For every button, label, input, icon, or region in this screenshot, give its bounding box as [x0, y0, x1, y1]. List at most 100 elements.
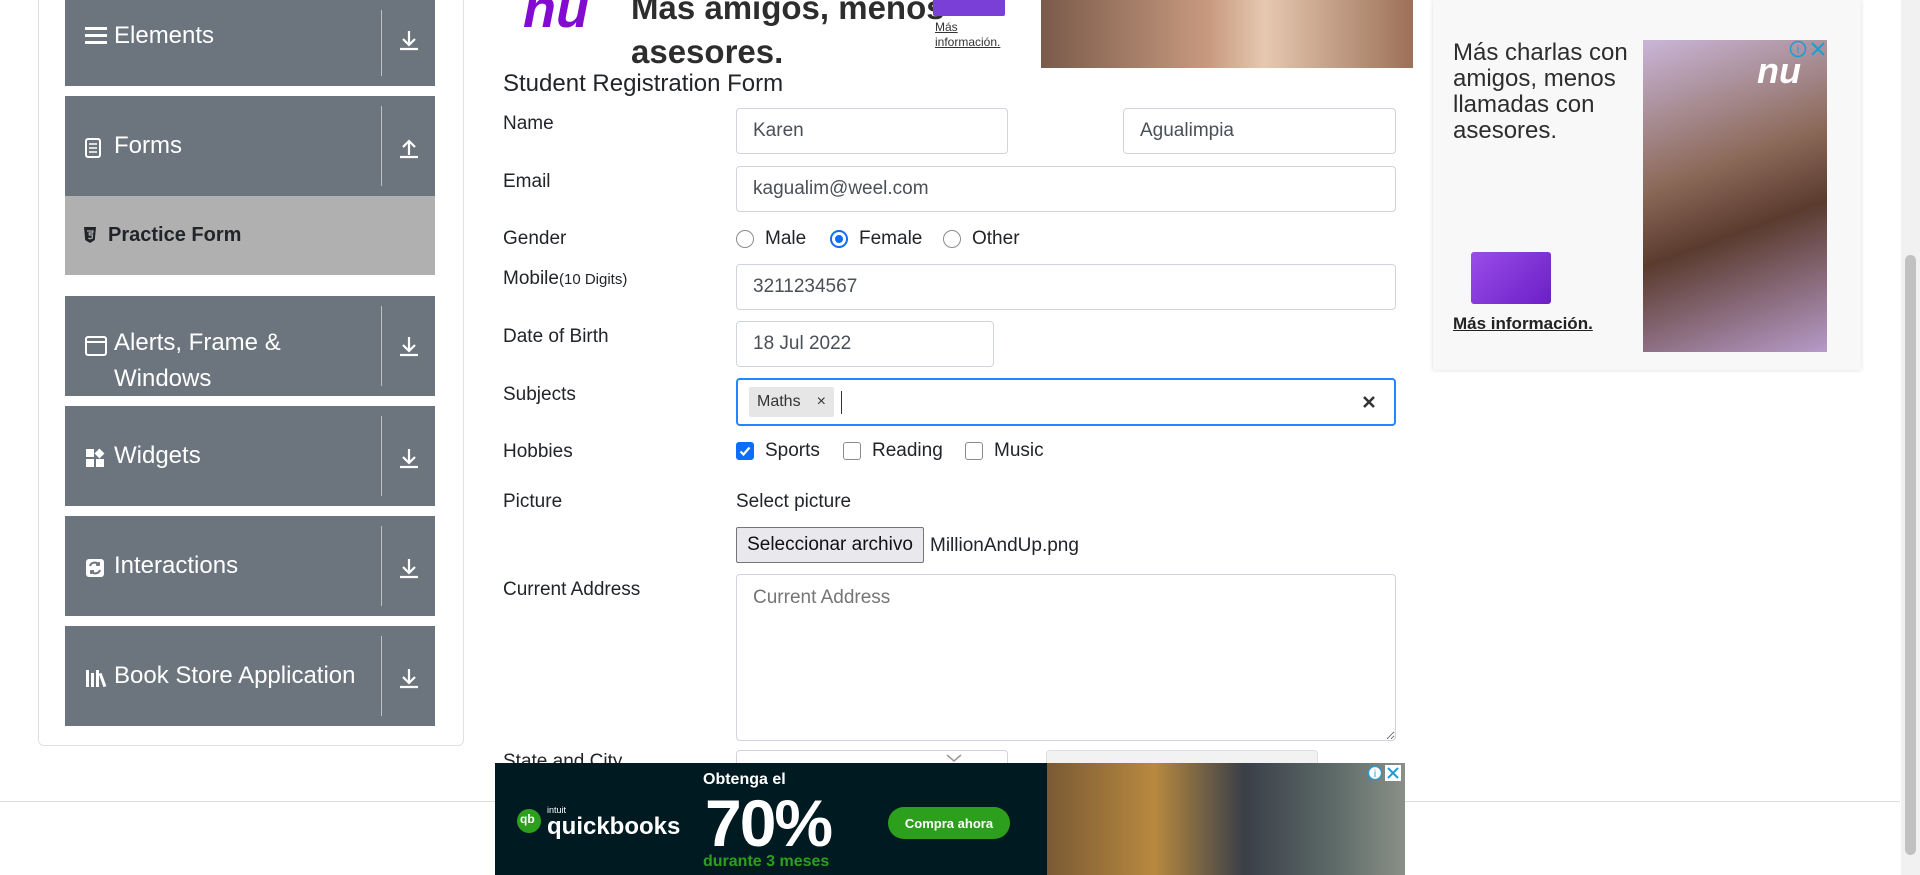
- card-image: [1471, 252, 1551, 304]
- checkbox-label[interactable]: Music: [994, 440, 1044, 462]
- sidebar-group-alerts[interactable]: Alerts, Frame & Windows: [65, 296, 435, 396]
- file-upload-button[interactable]: Seleccionar archivo: [736, 527, 924, 563]
- address-label: Current Address: [503, 579, 641, 600]
- ad-banner-bottom[interactable]: qb intuit quickbooks Obtenga el 70% dura…: [495, 763, 1405, 875]
- download-arrow-icon[interactable]: [395, 332, 423, 360]
- ad-cta-button[interactable]: Compra ahora: [888, 807, 1010, 839]
- sidebar-group-interactions[interactable]: Interactions: [65, 516, 435, 616]
- mobile-input[interactable]: 3211234567: [736, 264, 1396, 310]
- select-picture-label: Select picture: [736, 491, 852, 512]
- divider: [381, 416, 382, 496]
- clear-icon[interactable]: [1359, 392, 1379, 417]
- ad-banner-top[interactable]: nu Más amigos, menos asesores. Más infor…: [503, 0, 1413, 68]
- picture-label: Picture: [503, 491, 563, 512]
- quickbooks-logo-icon: qb: [517, 809, 541, 833]
- checkbox-label[interactable]: Reading: [872, 440, 943, 462]
- dob-label: Date of Birth: [503, 326, 609, 347]
- mobile-label: Mobile(10 Digits): [503, 268, 627, 290]
- sidebar-item-label: Practice Form: [108, 224, 242, 246]
- divider: [381, 306, 382, 386]
- divider: [381, 10, 382, 76]
- mobile-hint: (10 Digits): [558, 271, 628, 288]
- sidebar-group-book-store[interactable]: Book Store Application: [65, 626, 435, 726]
- gender-radio-other[interactable]: [943, 230, 961, 248]
- close-icon[interactable]: [1385, 765, 1401, 781]
- sidebar-group-label: Widgets: [114, 442, 201, 469]
- name-label: Name: [503, 113, 554, 134]
- divider: [381, 106, 382, 186]
- file-name: MillionAndUp.png: [930, 535, 1079, 556]
- first-name-input[interactable]: Karen: [736, 108, 1008, 154]
- chip-remove-icon[interactable]: ×: [809, 393, 834, 411]
- radio-label[interactable]: Male: [765, 228, 806, 250]
- subjects-input[interactable]: Maths ×: [736, 378, 1396, 426]
- svg-text:i: i: [1796, 43, 1799, 56]
- ad-line2: durante 3 meses: [703, 853, 830, 870]
- sidebar-item-practice-form[interactable]: Practice Form: [65, 196, 435, 275]
- download-arrow-icon[interactable]: [395, 444, 423, 472]
- ad-banner-side[interactable]: Más charlas con amigos, menos llamadas c…: [1433, 0, 1861, 370]
- ad-big-number: 70%: [705, 786, 833, 860]
- download-arrow-icon[interactable]: [395, 26, 423, 54]
- window-icon: [85, 336, 107, 361]
- nu-logo: nu: [523, 0, 589, 39]
- subjects-label: Subjects: [503, 384, 576, 405]
- last-name-input[interactable]: Agualimpia: [1123, 108, 1396, 154]
- sidebar-group-label: Book Store Application: [114, 662, 356, 689]
- hobby-checkbox-sports[interactable]: [736, 442, 754, 460]
- ad-headline: Más amigos, menos asesores.: [631, 0, 945, 68]
- scrollbar-thumb[interactable]: [1905, 255, 1916, 855]
- checkbox-label[interactable]: Sports: [765, 440, 820, 462]
- sidebar-group-label: Alerts, Frame & Windows: [114, 329, 281, 392]
- widgets-icon: [85, 448, 105, 473]
- books-icon: [85, 668, 109, 693]
- divider: [381, 526, 382, 606]
- download-arrow-icon[interactable]: [395, 554, 423, 582]
- sidebar-group-elements[interactable]: Elements: [65, 0, 435, 86]
- hobby-checkbox-reading[interactable]: [843, 442, 861, 460]
- card-image: [933, 0, 1005, 16]
- hobbies-label: Hobbies: [503, 441, 573, 462]
- sidebar-group-label: Interactions: [114, 552, 239, 579]
- sidebar-group-label: Elements: [114, 22, 215, 49]
- page-title: Student Registration Form: [503, 70, 784, 97]
- ad-headline: Más charlas con amigos, menos llamadas c…: [1453, 39, 1628, 144]
- sidebar-group-label: Forms: [114, 132, 182, 159]
- subject-chip: Maths ×: [749, 387, 834, 417]
- ad-link[interactable]: Más información.: [1453, 314, 1593, 334]
- ad-photo: [1041, 0, 1413, 68]
- city-select[interactable]: [1046, 750, 1318, 763]
- radio-label[interactable]: Female: [859, 228, 922, 250]
- menu-icon: [85, 25, 107, 50]
- gender-radio-male[interactable]: [736, 230, 754, 248]
- svg-text:i: i: [1374, 769, 1377, 780]
- chip-label: Maths: [757, 393, 801, 410]
- document-icon: [85, 138, 101, 163]
- text-cursor: [841, 391, 842, 414]
- radio-label[interactable]: Other: [972, 228, 1020, 250]
- email-label: Email: [503, 171, 551, 192]
- adchoices-icon[interactable]: i: [1367, 765, 1383, 781]
- date-of-birth-input[interactable]: 18 Jul 2022: [736, 321, 994, 367]
- page-scrollbar[interactable]: [1901, 0, 1920, 875]
- quickbooks-text: quickbooks: [547, 813, 681, 840]
- divider: [381, 636, 382, 716]
- state-city-label: State and City: [503, 751, 623, 763]
- ad-link[interactable]: Más información.: [935, 20, 1015, 50]
- current-address-textarea[interactable]: [736, 574, 1396, 741]
- gender-radio-female[interactable]: [830, 230, 848, 248]
- email-input[interactable]: kagualim@weel.com: [736, 166, 1396, 212]
- sidebar-group-widgets[interactable]: Widgets: [65, 406, 435, 506]
- ad-photo: [1047, 763, 1405, 875]
- html5-icon: [83, 226, 97, 249]
- download-arrow-icon[interactable]: [395, 664, 423, 692]
- close-icon[interactable]: [1809, 40, 1827, 58]
- adchoices-icon[interactable]: i: [1789, 40, 1807, 58]
- hobby-checkbox-music[interactable]: [965, 442, 983, 460]
- refresh-icon: [85, 558, 105, 583]
- state-select[interactable]: [736, 750, 1008, 763]
- gender-label: Gender: [503, 228, 567, 249]
- upload-arrow-icon[interactable]: [395, 134, 423, 162]
- mobile-label-text: Mobile: [503, 268, 559, 289]
- sidebar-group-forms[interactable]: Forms: [65, 96, 435, 196]
